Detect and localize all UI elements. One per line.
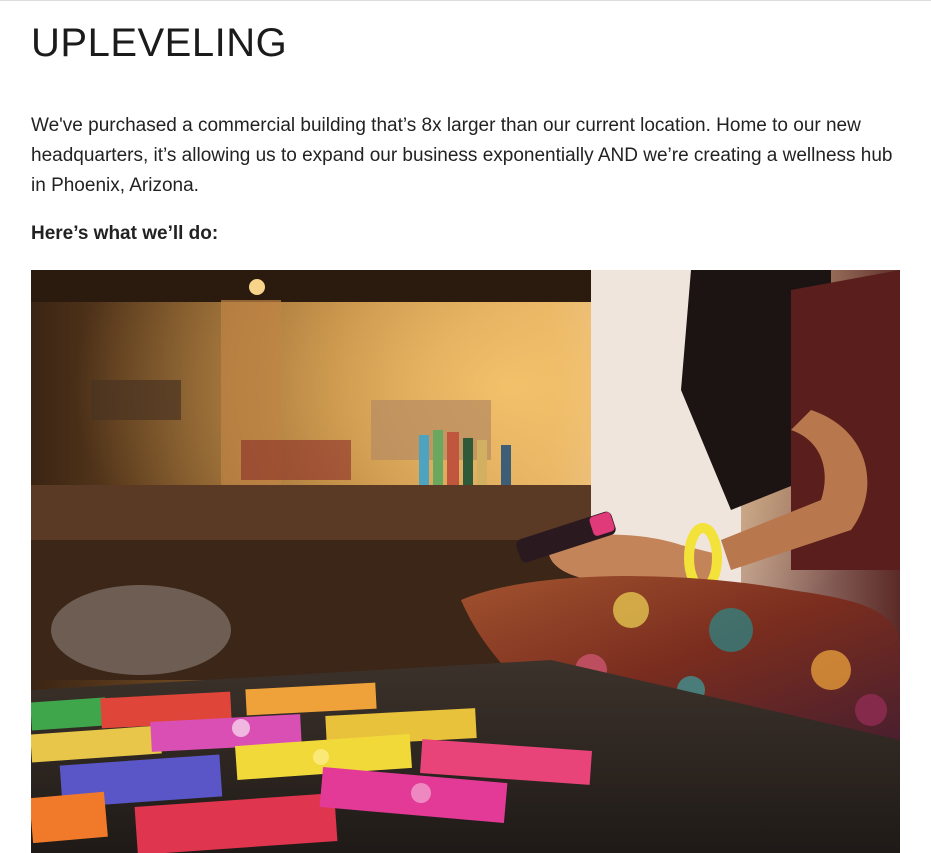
section-lead: Here’s what we’ll do: [31, 223, 219, 244]
intro-paragraph: We've purchased a commercial building th… [31, 115, 893, 196]
wellness-photo [31, 270, 900, 853]
page-title: UPLEVELING [31, 21, 288, 65]
top-divider [0, 0, 931, 1]
wellness-photo-illustration [31, 270, 900, 853]
